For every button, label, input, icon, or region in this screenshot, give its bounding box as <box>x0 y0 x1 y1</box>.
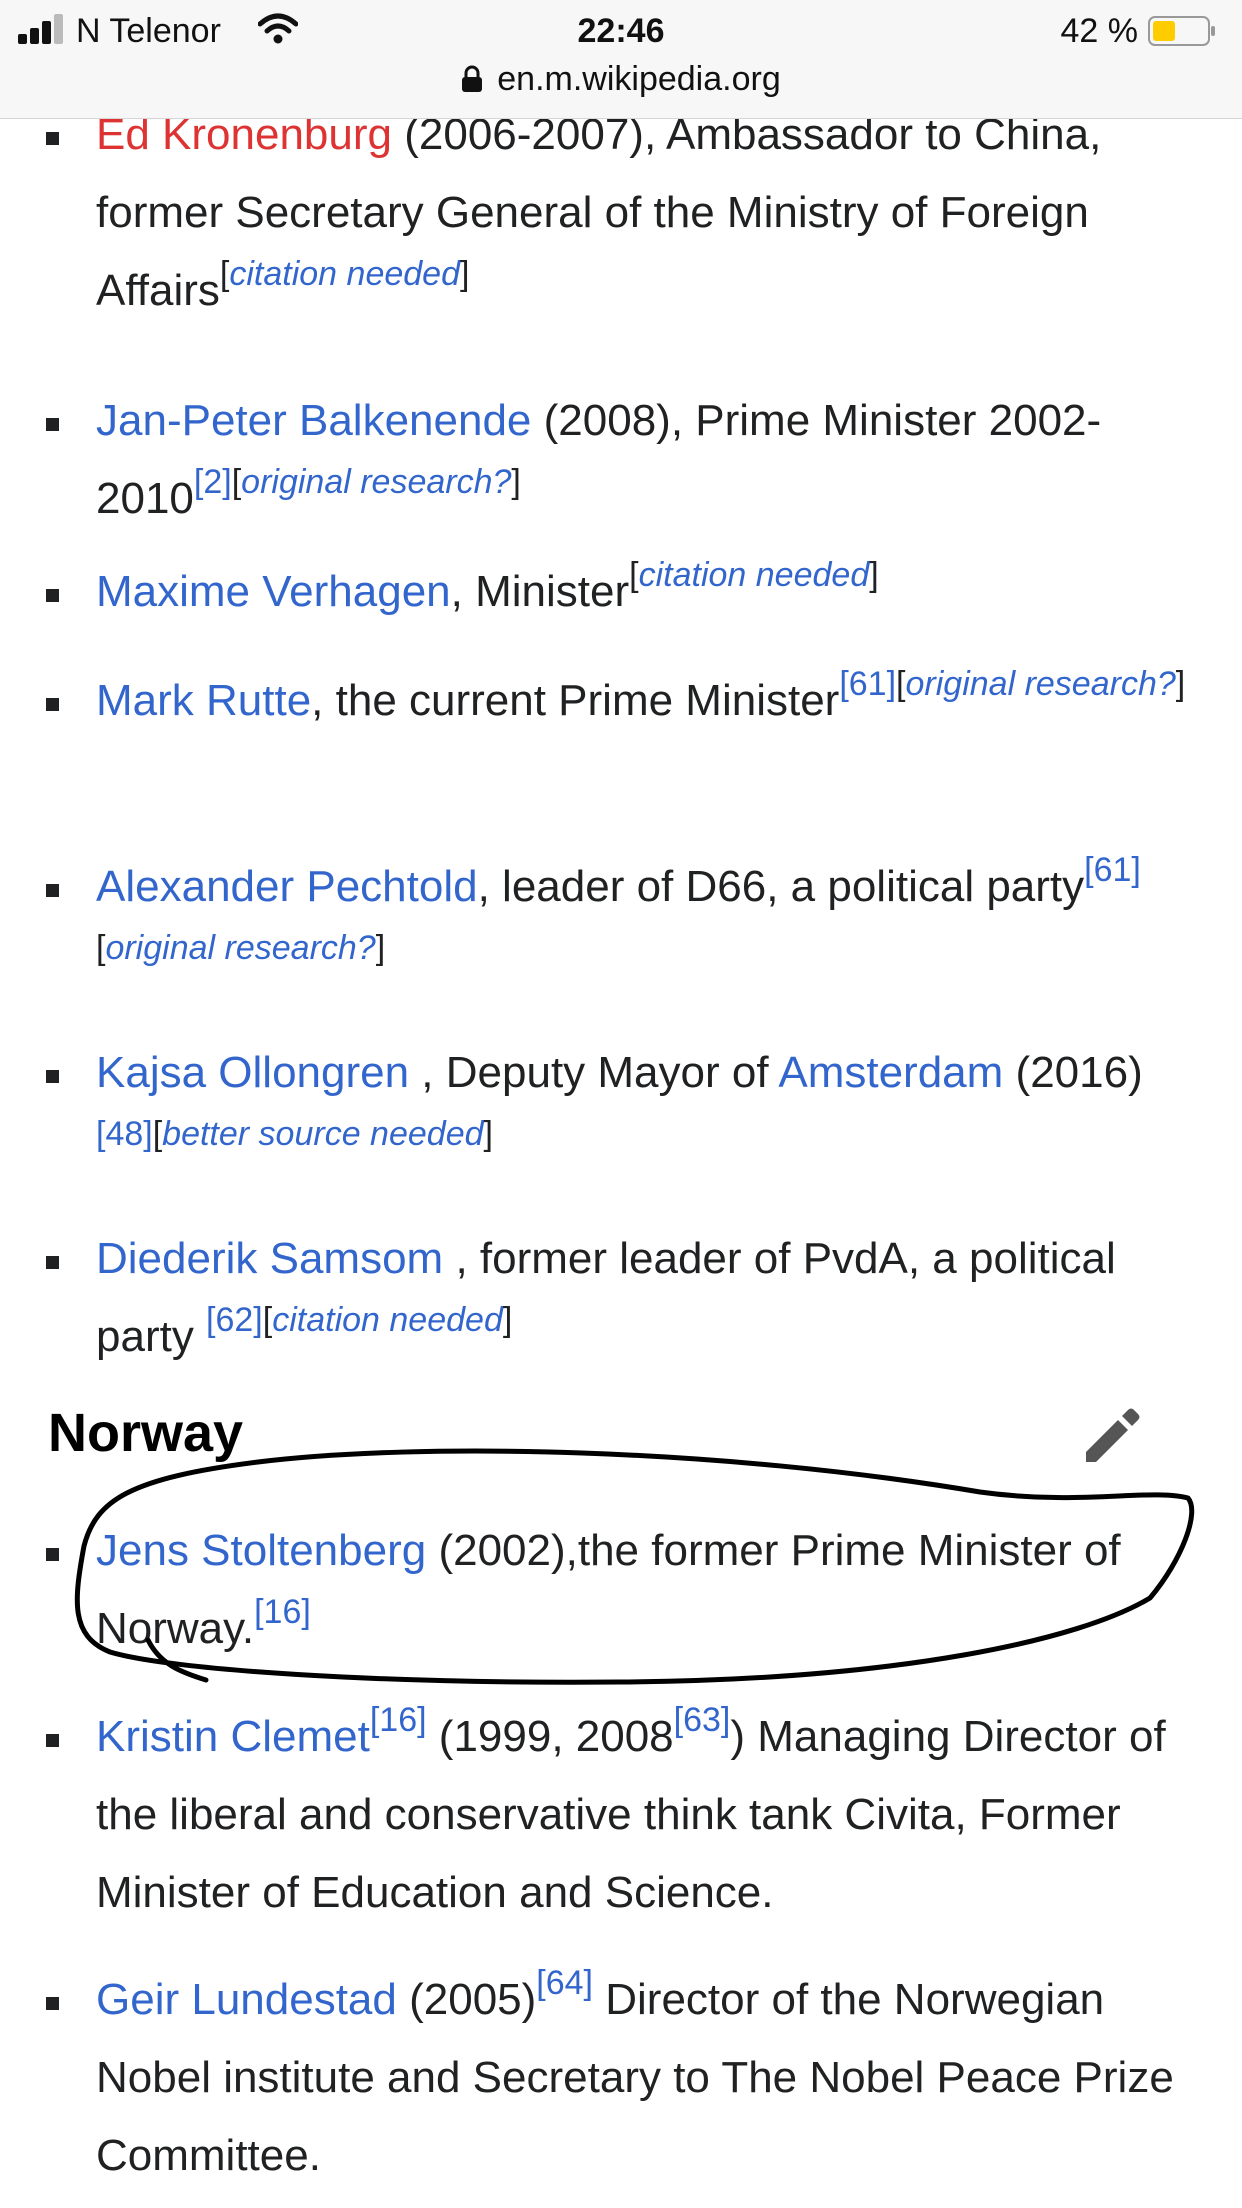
reference-link[interactable]: [16] <box>370 1701 427 1739</box>
citation-needed-link[interactable]: citation needed <box>272 1301 503 1339</box>
citation-note: [62][citation needed] <box>206 1301 513 1339</box>
item-text: , leader of D66, a political party <box>477 862 1085 911</box>
person-link-diederik-samsom[interactable]: Diederik Samsom <box>96 1234 443 1283</box>
list-item: Maxime Verhagen, Minister[citation neede… <box>46 553 1206 631</box>
person-link-kajsa-ollongren[interactable]: Kajsa Ollongren <box>96 1048 409 1097</box>
item-text: , Deputy Mayor of <box>409 1048 779 1097</box>
person-link-jan-peter-balkenende[interactable]: Jan-Peter Balkenende <box>96 396 531 445</box>
list-item: Diederik Samsom , former leader of PvdA,… <box>46 1220 1206 1376</box>
item-text: , Minister <box>450 567 630 616</box>
citation-note: [61][original research?] <box>839 665 1186 703</box>
article-content: Ed Kronenburg (2006-2007), Ambassador to… <box>0 0 1242 2208</box>
list-item: Jens Stoltenberg (2002),the former Prime… <box>46 1512 1206 1668</box>
item-text: (2016) <box>1003 1048 1143 1097</box>
original-research-link[interactable]: original research? <box>241 463 511 501</box>
list-item: Kristin Clemet[16] (1999, 2008[63]) Mana… <box>46 1698 1206 1932</box>
address-bar[interactable]: en.m.wikipedia.org <box>0 60 1242 110</box>
reference-link[interactable]: [64] <box>536 1964 593 2002</box>
list-item: Jan-Peter Balkenende (2008), Prime Minis… <box>46 382 1206 538</box>
citation-note: [citation needed] <box>219 255 470 293</box>
citation-note: [citation needed] <box>629 556 879 594</box>
reference-link[interactable]: [16] <box>254 1593 311 1631</box>
reference-link[interactable]: [2] <box>194 463 232 501</box>
person-link-kristin-clemet[interactable]: Kristin Clemet <box>96 1712 370 1761</box>
citation-note: [16] <box>254 1593 311 1631</box>
section-heading-norway: Norway <box>48 1403 244 1463</box>
citation-needed-link[interactable]: citation needed <box>229 255 460 293</box>
reference-link[interactable]: [61] <box>839 665 896 703</box>
citation-needed-link[interactable]: citation needed <box>639 556 870 594</box>
battery-percentage: 42 % <box>1060 12 1139 50</box>
reference-link[interactable]: [48] <box>96 1115 153 1153</box>
place-link-amsterdam[interactable]: Amsterdam <box>778 1048 1003 1097</box>
list-item: Alexander Pechtold, leader of D66, a pol… <box>46 848 1206 1004</box>
original-research-link[interactable]: original research? <box>906 665 1176 703</box>
person-link-geir-lundestad[interactable]: Geir Lundestad <box>96 1975 397 2024</box>
list-item: Kajsa Ollongren , Deputy Mayor of Amster… <box>46 1034 1206 1190</box>
citation-note: [64] <box>536 1964 593 2002</box>
clock: 22:46 <box>577 12 665 50</box>
person-link-jens-stoltenberg[interactable]: Jens Stoltenberg <box>96 1526 426 1575</box>
lock-icon <box>462 65 483 92</box>
better-source-link[interactable]: better source needed <box>162 1115 483 1153</box>
item-text: , the current Prime Minister <box>311 676 840 725</box>
reference-link[interactable]: [63] <box>674 1701 731 1739</box>
browser-top-bar: N Telenor 22:46 42 % en.m.wikipedia.org <box>0 0 1242 119</box>
battery-icon <box>1148 16 1215 46</box>
item-text: (1999, 2008 <box>426 1712 674 1761</box>
citation-note: [63] <box>674 1701 731 1739</box>
citation-note: [2][original research?] <box>193 463 521 501</box>
list-item: Ed Kronenburg (2006-2007), Ambassador to… <box>46 96 1206 330</box>
citation-note: [16] <box>370 1701 427 1739</box>
list-item: Geir Lundestad (2005)[64] Director of th… <box>46 1961 1206 2195</box>
person-link-maxime-verhagen[interactable]: Maxime Verhagen <box>96 567 451 616</box>
reference-link[interactable]: [62] <box>206 1301 263 1339</box>
pencil-icon[interactable] <box>1078 1404 1142 1468</box>
person-link-alexander-pechtold[interactable]: Alexander Pechtold <box>96 862 478 911</box>
citation-note: [48][better source needed] <box>96 1115 493 1153</box>
item-text: (2005) <box>396 1975 537 2024</box>
person-link-mark-rutte[interactable]: Mark Rutte <box>96 676 311 725</box>
original-research-link[interactable]: original research? <box>105 929 375 967</box>
url-text: en.m.wikipedia.org <box>497 60 781 98</box>
list-item: Mark Rutte, the current Prime Minister[6… <box>46 662 1206 740</box>
status-bar: N Telenor 22:46 42 % <box>0 0 1242 62</box>
reference-link[interactable]: [61] <box>1084 851 1141 889</box>
